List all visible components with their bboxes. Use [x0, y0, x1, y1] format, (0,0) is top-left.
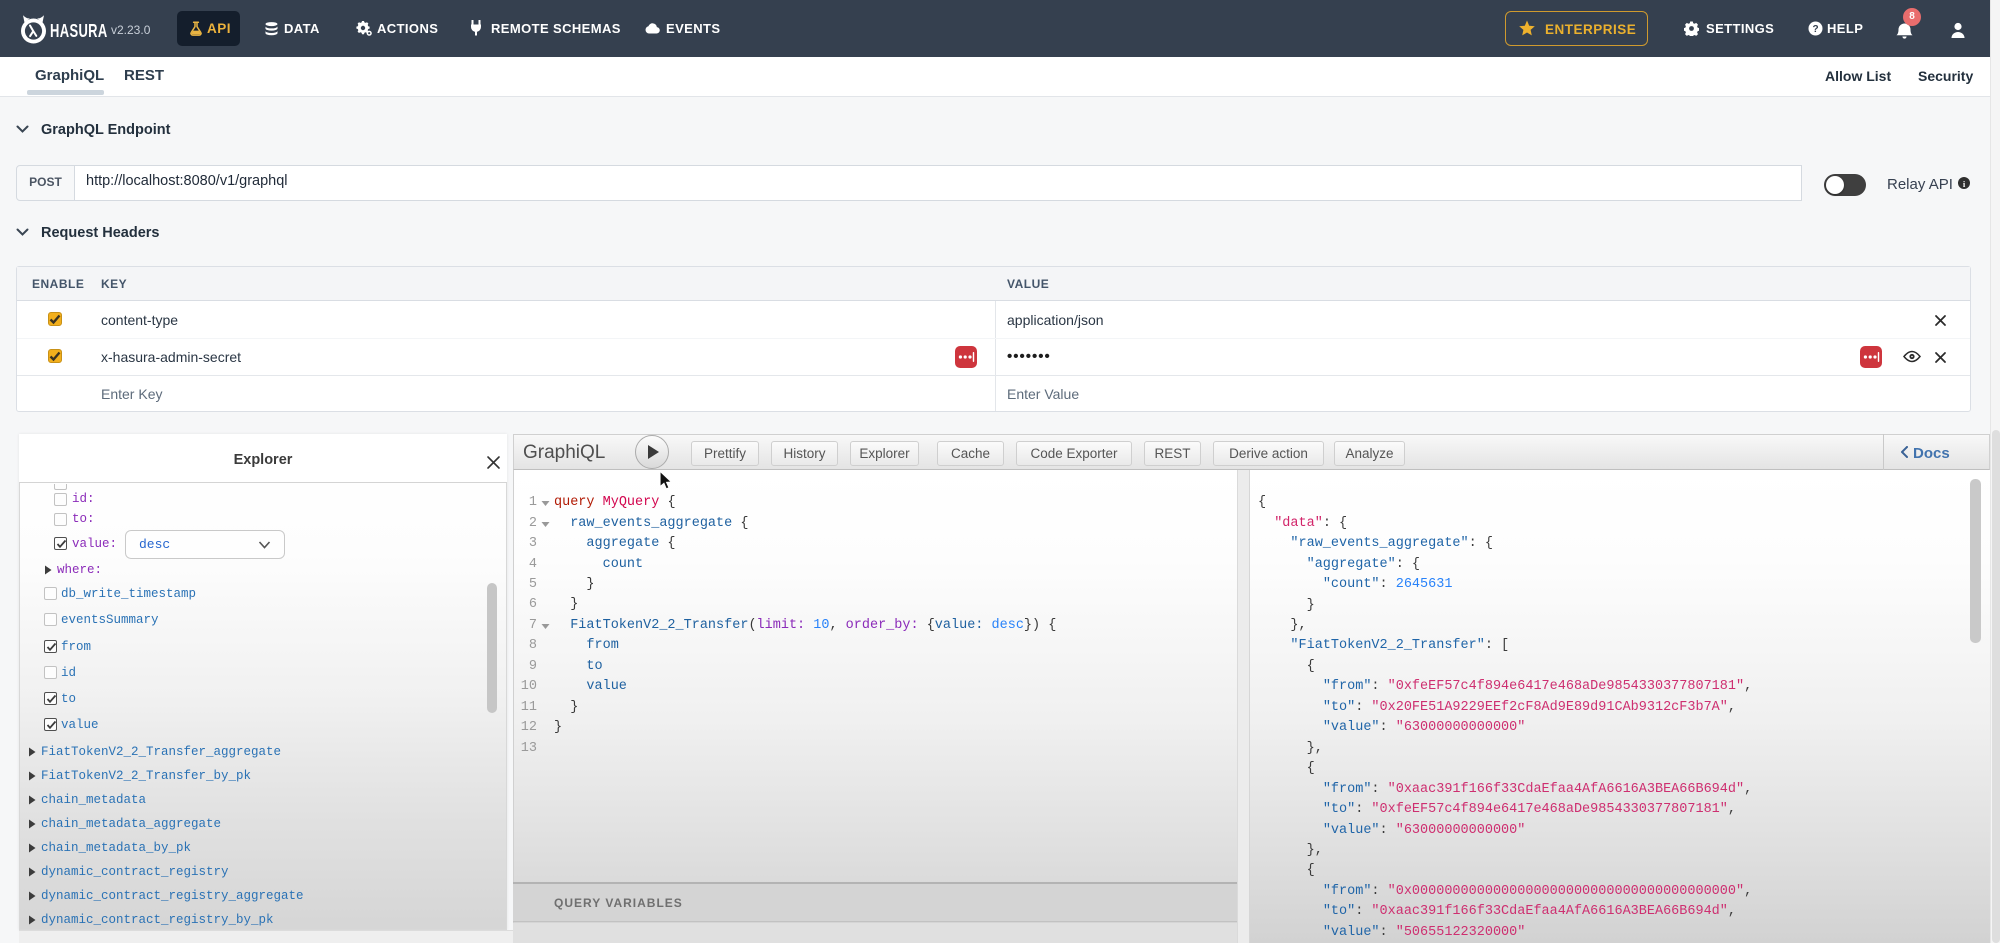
svg-text:?: ? — [1812, 24, 1818, 35]
